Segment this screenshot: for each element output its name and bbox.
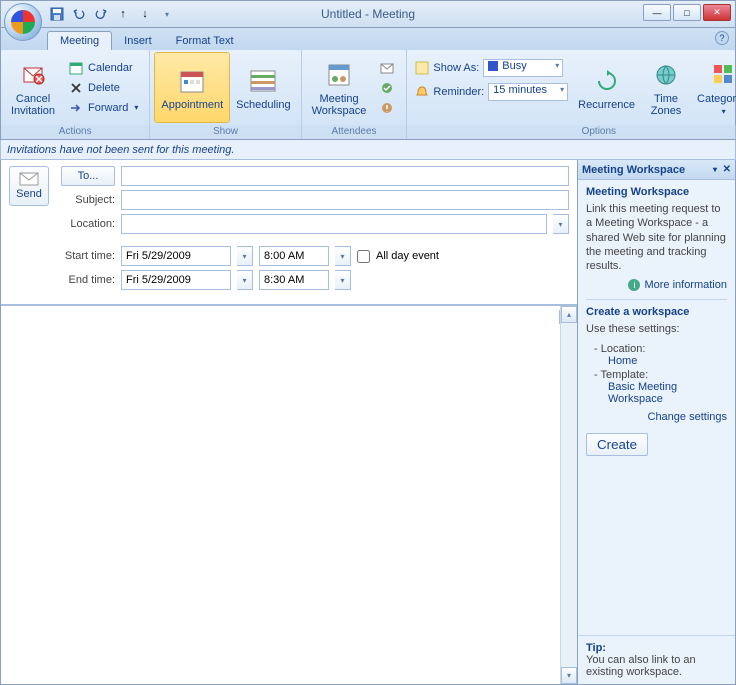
recurrence-icon	[591, 65, 623, 97]
ribbon-group-attendees: Meeting Workspace Attendees	[302, 50, 408, 139]
reminder-select[interactable]: 15 minutes	[488, 83, 568, 101]
close-button[interactable]: ✕	[703, 4, 731, 21]
tp-template-val: Basic Meeting Workspace	[594, 381, 727, 405]
meeting-workspace-button[interactable]: Meeting Workspace	[306, 52, 373, 123]
prev-icon[interactable]: ↑	[115, 6, 131, 22]
globe-icon	[650, 59, 682, 91]
tp-section1-title: Meeting Workspace	[586, 186, 727, 198]
minimize-button[interactable]: —	[643, 4, 671, 21]
taskpane-close-icon[interactable]: ✕	[723, 164, 731, 175]
cancel-icon	[17, 59, 49, 91]
help-button[interactable]: ?	[715, 31, 729, 45]
cancel-invitation-button[interactable]: Cancel Invitation	[5, 52, 61, 123]
start-date-dd[interactable]: ▾	[237, 246, 253, 266]
categorize-button[interactable]: Categorize▾	[691, 52, 736, 123]
subject-label: Subject:	[61, 194, 115, 206]
response-icon-3[interactable]	[376, 99, 398, 117]
form-area: Send To... Subject: Location:	[1, 160, 577, 684]
recurrence-button[interactable]: Recurrence	[572, 52, 641, 123]
location-dropdown[interactable]: ▾	[553, 214, 569, 234]
tab-meeting[interactable]: Meeting	[47, 31, 112, 50]
taskpane-tip: Tip: You can also link to an existing wo…	[578, 635, 735, 684]
start-time-dd[interactable]: ▾	[335, 246, 351, 266]
appointment-button[interactable]: Appointment	[154, 52, 230, 123]
calendar-button[interactable]: Calendar	[65, 59, 141, 77]
ribbon-group-show: Appointment Scheduling Show	[150, 50, 301, 139]
taskpane-menu-icon[interactable]: ▾	[713, 165, 717, 174]
redo-icon[interactable]	[93, 6, 109, 22]
taskpane: Meeting Workspace ▾ ✕ Meeting Workspace …	[577, 160, 735, 684]
forward-button[interactable]: Forward▾	[65, 99, 141, 117]
ribbon-group-actions: Cancel Invitation Calendar Delete Forwar…	[1, 50, 150, 139]
qat-customize-icon[interactable]: ▾	[159, 6, 175, 22]
tp-use-settings: Use these settings:	[586, 322, 727, 336]
tab-format-text[interactable]: Format Text	[164, 32, 246, 50]
scroll-up-icon[interactable]: ▴	[561, 306, 577, 323]
envelope-icon	[19, 172, 39, 186]
all-day-checkbox[interactable]	[357, 250, 370, 263]
titlebar: ↑ ↓ ▾ Untitled - Meeting — □ ✕	[0, 0, 736, 28]
delete-icon	[68, 80, 84, 96]
end-date-input[interactable]	[121, 270, 231, 290]
showas-icon	[415, 61, 429, 75]
subject-input[interactable]	[121, 190, 569, 210]
categorize-icon	[708, 59, 736, 91]
ribbon-group-options: Show As: Busy Reminder: 15 minutes Recur…	[407, 50, 736, 139]
ribbon-tabs: Meeting Insert Format Text ?	[0, 28, 736, 50]
office-button[interactable]	[4, 3, 42, 41]
quick-access-toolbar: ↑ ↓ ▾	[49, 6, 175, 22]
start-time-input[interactable]	[259, 246, 329, 266]
tp-location-val: Home	[594, 355, 727, 367]
location-input[interactable]	[121, 214, 547, 234]
save-icon[interactable]	[49, 6, 65, 22]
end-date-dd[interactable]: ▾	[237, 270, 253, 290]
create-button[interactable]: Create	[586, 433, 648, 456]
response-icon-1[interactable]	[376, 59, 398, 77]
workspace-icon	[323, 59, 355, 91]
tp-create-title: Create a workspace	[586, 306, 727, 318]
location-label: Location:	[61, 218, 115, 230]
taskpane-header: Meeting Workspace ▾ ✕	[578, 160, 735, 180]
next-icon[interactable]: ↓	[137, 6, 153, 22]
scheduling-icon	[247, 65, 279, 97]
main-area: Send To... Subject: Location:	[0, 160, 736, 685]
end-time-input[interactable]	[259, 270, 329, 290]
infobar: Invitations have not been sent for this …	[0, 140, 736, 160]
scroll-down-icon[interactable]: ▾	[561, 667, 577, 684]
send-button[interactable]: Send	[9, 166, 49, 206]
to-button[interactable]: To...	[61, 166, 115, 186]
info-icon: i	[628, 279, 640, 291]
change-settings-link[interactable]: Change settings	[648, 411, 728, 423]
forward-icon	[68, 100, 84, 116]
scrollbar[interactable]: ▴ ▾	[560, 306, 577, 684]
start-label: Start time:	[61, 250, 115, 262]
maximize-button[interactable]: □	[673, 4, 701, 21]
response-icon-2[interactable]	[376, 79, 398, 97]
calendar-icon	[68, 60, 84, 76]
reminder-icon	[415, 85, 429, 99]
window-title: Untitled - Meeting	[321, 7, 415, 21]
tab-insert[interactable]: Insert	[112, 32, 164, 50]
time-zones-button[interactable]: Time Zones	[641, 52, 691, 123]
message-body[interactable]: ▴ ▾	[1, 305, 577, 684]
more-info-link[interactable]: More information	[644, 279, 727, 291]
end-time-dd[interactable]: ▾	[335, 270, 351, 290]
end-label: End time:	[61, 274, 115, 286]
undo-icon[interactable]	[71, 6, 87, 22]
tp-section1-body: Link this meeting request to a Meeting W…	[586, 202, 727, 273]
show-as-select[interactable]: Busy	[483, 59, 563, 77]
scheduling-button[interactable]: Scheduling	[230, 52, 296, 123]
ribbon: Cancel Invitation Calendar Delete Forwar…	[0, 50, 736, 140]
delete-button[interactable]: Delete	[65, 79, 141, 97]
appointment-icon	[176, 65, 208, 97]
all-day-label: All day event	[376, 250, 439, 262]
start-date-input[interactable]	[121, 246, 231, 266]
to-input[interactable]	[121, 166, 569, 186]
